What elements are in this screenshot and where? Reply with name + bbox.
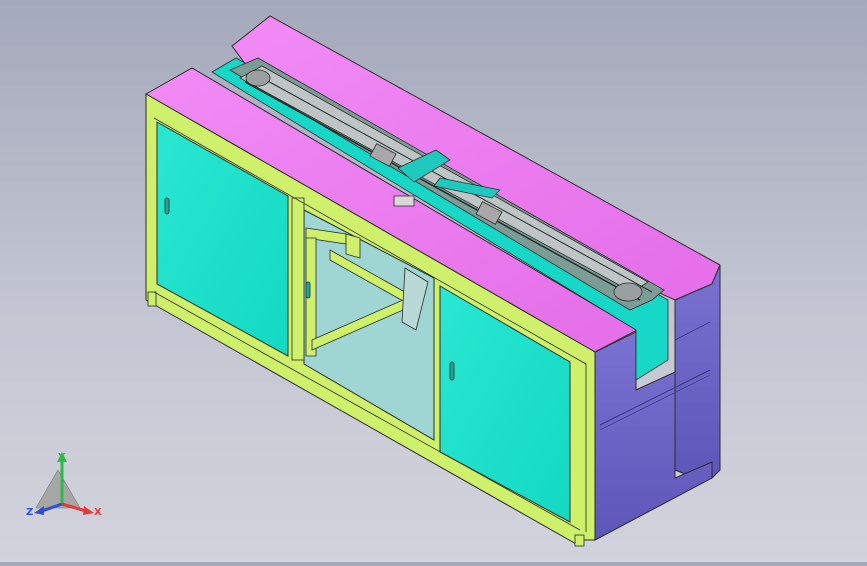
cad-viewport[interactable]: Y X Z	[0, 0, 867, 562]
axis-triad: Y X Z	[22, 448, 106, 524]
leg-front-left	[147, 291, 157, 307]
y-axis-label: Y	[57, 452, 66, 463]
machine-model	[144, 15, 721, 547]
leg-front-right	[574, 534, 585, 547]
left-door-handle[interactable]	[164, 197, 170, 215]
center-handle[interactable]	[305, 281, 311, 299]
right-door-handle[interactable]	[449, 361, 455, 381]
triad-base	[35, 469, 81, 509]
z-axis-label: Z	[26, 507, 33, 518]
x-axis-label: X	[94, 507, 102, 518]
triad-graphic: Y X Z	[26, 452, 102, 518]
center-door-frame	[291, 197, 305, 361]
rear-right-housing	[674, 264, 721, 481]
